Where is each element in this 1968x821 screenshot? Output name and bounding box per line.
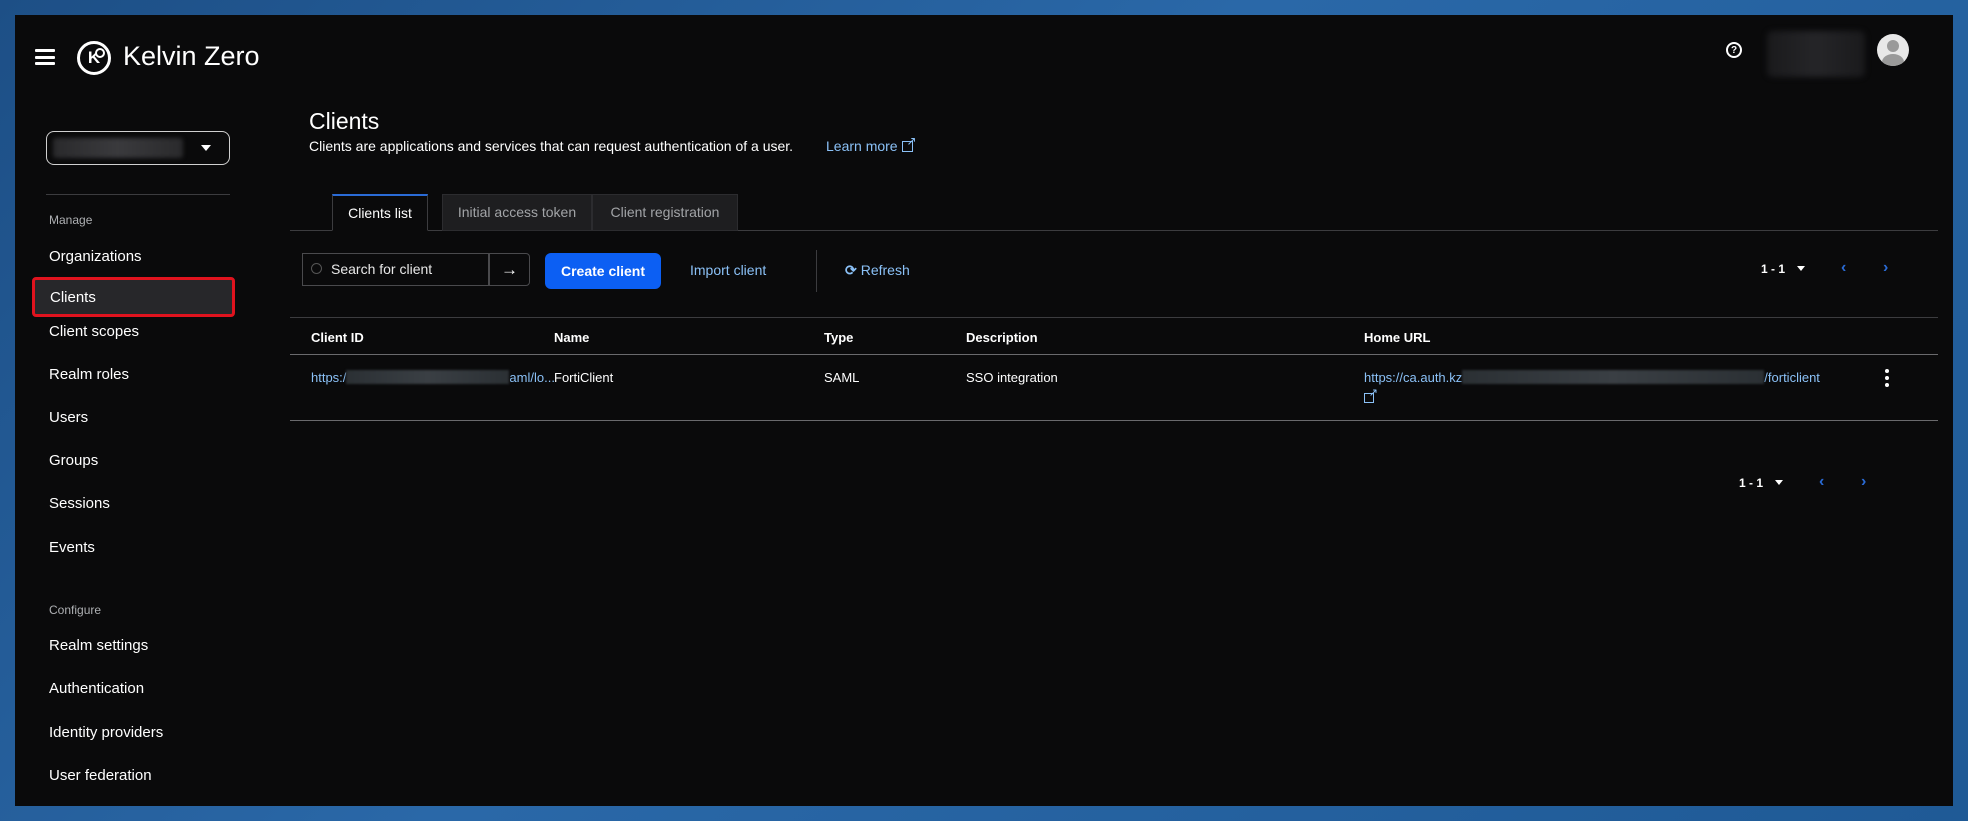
table-header: Client ID Name Type Description Home URL bbox=[290, 317, 1938, 355]
refresh-button[interactable]: ⟳ Refresh bbox=[845, 262, 910, 279]
home-url-link[interactable]: https://ca.auth.kz/forticlient bbox=[1364, 370, 1820, 385]
client-name: FortiClient bbox=[554, 370, 614, 385]
page-description: Clients are applications and services th… bbox=[309, 138, 794, 154]
chevron-right-icon[interactable]: › bbox=[1861, 473, 1866, 491]
search-input-wrapper[interactable] bbox=[302, 253, 489, 286]
page-title: Clients bbox=[309, 108, 380, 134]
table-row: https:/ aml/lo... FortiClient SAML SSO in… bbox=[290, 355, 1938, 421]
section-label-configure: Configure bbox=[49, 603, 102, 617]
tab-client-registration[interactable]: Client registration bbox=[592, 194, 738, 231]
client-id-redacted bbox=[346, 370, 510, 384]
toolbar-divider bbox=[816, 250, 817, 292]
sidebar-item-groups[interactable]: Groups bbox=[49, 451, 98, 471]
pagination-range[interactable]: 1 - 1 bbox=[1761, 262, 1785, 276]
sidebar-item-clients[interactable]: Clients bbox=[32, 277, 235, 317]
help-icon[interactable]: ? bbox=[1726, 42, 1742, 58]
sidebar-divider bbox=[46, 194, 230, 195]
sidebar-item-realm-roles[interactable]: Realm roles bbox=[49, 365, 129, 385]
learn-more-label: Learn more bbox=[826, 138, 898, 154]
app-window: K Kelvin Zero ? Manage Organizations Cli… bbox=[15, 15, 1953, 806]
home-url-redacted bbox=[1462, 370, 1765, 384]
sidebar: Manage Organizations Clients Client scop… bbox=[15, 87, 255, 806]
sidebar-item-organizations[interactable]: Organizations bbox=[49, 247, 142, 267]
caret-down-icon[interactable] bbox=[1775, 480, 1784, 485]
client-type: SAML bbox=[824, 370, 860, 385]
client-id-link[interactable]: https:/ aml/lo... bbox=[311, 370, 555, 385]
tab-clients-list[interactable]: Clients list bbox=[332, 194, 428, 231]
realm-name-redacted bbox=[53, 138, 183, 158]
sidebar-item-identity-providers[interactable]: Identity providers bbox=[49, 723, 163, 743]
username-redacted[interactable] bbox=[1767, 31, 1865, 77]
arrow-right-icon: → bbox=[501, 259, 518, 279]
hamburger-menu-icon[interactable] bbox=[35, 49, 55, 65]
home-url-end: /forticlient bbox=[1764, 370, 1820, 385]
external-link-icon bbox=[901, 134, 917, 152]
sidebar-item-users[interactable]: Users bbox=[49, 408, 88, 428]
learn-more-link[interactable]: Learn more bbox=[826, 134, 917, 154]
refresh-icon: ⟳ bbox=[845, 262, 857, 278]
home-url-start: https://ca.auth.kz bbox=[1364, 370, 1463, 385]
pagination-range[interactable]: 1 - 1 bbox=[1739, 476, 1763, 490]
search-input[interactable] bbox=[331, 261, 481, 277]
tab-bar: Clients list Initial access token Client… bbox=[290, 194, 1938, 231]
tab-initial-access-token[interactable]: Initial access token bbox=[442, 194, 592, 231]
sidebar-item-user-federation[interactable]: User federation bbox=[49, 766, 152, 786]
pagination-bottom: 1 - 1 ‹ › bbox=[1739, 473, 1866, 490]
sidebar-item-sessions[interactable]: Sessions bbox=[49, 494, 110, 514]
sidebar-item-realm-settings[interactable]: Realm settings bbox=[49, 636, 148, 656]
chevron-right-icon[interactable]: › bbox=[1883, 259, 1888, 277]
column-header-client-id[interactable]: Client ID bbox=[311, 330, 364, 345]
column-header-description[interactable]: Description bbox=[966, 330, 1038, 345]
column-header-home-url[interactable]: Home URL bbox=[1364, 330, 1430, 345]
sidebar-item-client-scopes[interactable]: Client scopes bbox=[49, 322, 139, 342]
external-link-icon bbox=[1364, 386, 1378, 403]
caret-down-icon[interactable] bbox=[1797, 266, 1806, 271]
brand-name: Kelvin Zero bbox=[123, 41, 260, 71]
create-client-button[interactable]: Create client bbox=[545, 253, 661, 289]
refresh-label: Refresh bbox=[860, 262, 910, 278]
client-id-start: https:/ bbox=[311, 370, 347, 385]
row-actions-kebab-icon[interactable] bbox=[1884, 369, 1890, 387]
chevron-left-icon[interactable]: ‹ bbox=[1819, 473, 1824, 491]
section-label-manage: Manage bbox=[49, 213, 93, 227]
pagination-top: 1 - 1 ‹ › bbox=[1761, 259, 1888, 276]
client-description: SSO integration bbox=[966, 370, 1058, 385]
avatar[interactable] bbox=[1877, 34, 1909, 66]
chevron-left-icon[interactable]: ‹ bbox=[1841, 259, 1846, 277]
top-bar: K Kelvin Zero ? bbox=[15, 15, 1953, 87]
realm-selector[interactable] bbox=[46, 131, 230, 165]
column-header-name[interactable]: Name bbox=[554, 330, 589, 345]
sidebar-item-events[interactable]: Events bbox=[49, 538, 95, 558]
client-id-end: aml/lo... bbox=[509, 370, 555, 385]
sidebar-item-authentication[interactable]: Authentication bbox=[49, 679, 144, 699]
column-header-type[interactable]: Type bbox=[824, 330, 853, 345]
import-client-button[interactable]: Import client bbox=[690, 262, 766, 278]
search-submit-button[interactable]: → bbox=[489, 253, 530, 286]
home-url-external-link[interactable] bbox=[1364, 386, 1378, 406]
caret-down-icon bbox=[201, 145, 211, 151]
kelvin-zero-logo-icon: K bbox=[77, 41, 111, 75]
search-icon bbox=[311, 263, 322, 274]
